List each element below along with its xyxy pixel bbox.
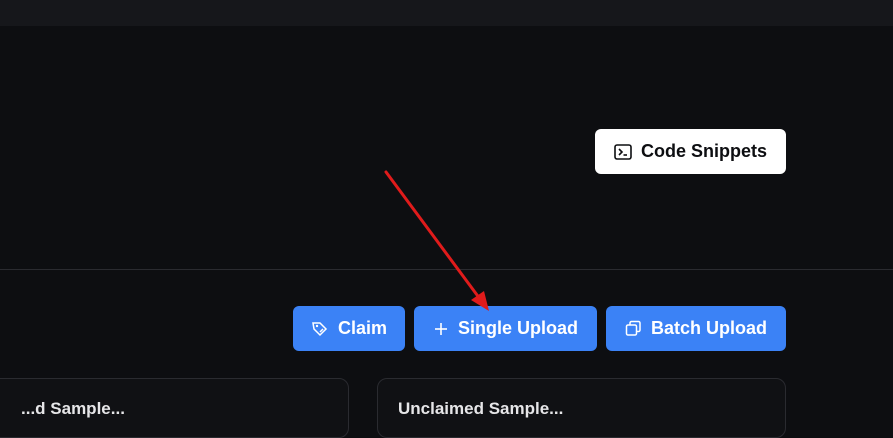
code-snippets-button[interactable]: Code Snippets [595,129,786,174]
batch-upload-button[interactable]: Batch Upload [606,306,786,351]
claim-label: Claim [337,318,388,338]
code-snippets-label: Code Snippets [640,141,767,161]
single-upload-label: Single Upload [457,318,578,338]
claim-button[interactable]: Claim [293,306,405,351]
section-divider [0,269,893,270]
unclaimed-sample-card: Unclaimed Sample... [377,378,786,438]
tag-hand-icon [311,320,329,338]
copy-icon [625,320,642,337]
sample-card-left: ...d Sample... [0,378,349,438]
single-upload-button[interactable]: Single Upload [414,306,597,351]
card-title: ...d Sample... [21,399,125,418]
batch-upload-label: Batch Upload [650,318,767,338]
terminal-icon [614,143,632,160]
top-bar [0,0,893,26]
plus-icon [433,321,449,337]
card-title: Unclaimed Sample... [398,399,564,418]
